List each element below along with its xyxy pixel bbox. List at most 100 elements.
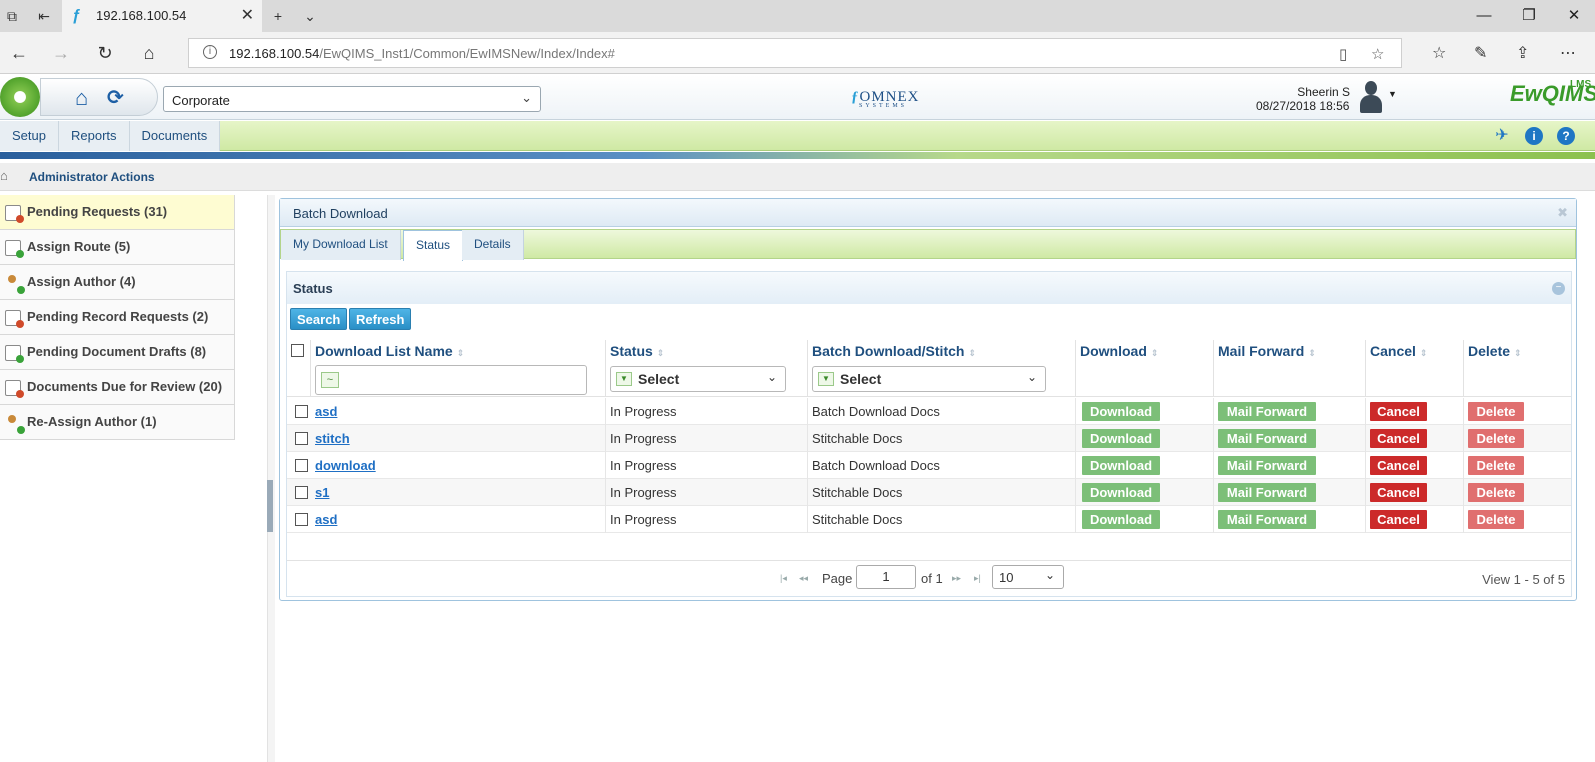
mail-forward-button[interactable]: Mail Forward xyxy=(1218,429,1316,448)
pin-icon[interactable]: ✈ xyxy=(1493,127,1511,145)
download-list-link[interactable]: asd xyxy=(315,404,337,419)
browser-tab[interactable]: ƒ 192.168.100.54 ✕ xyxy=(62,0,262,32)
batch-filter-select[interactable]: ▼ Select ⌄ xyxy=(812,366,1046,392)
mail-forward-button[interactable]: Mail Forward xyxy=(1218,510,1316,529)
mail-forward-button[interactable]: Mail Forward xyxy=(1218,402,1316,421)
window-close-icon[interactable]: ✕ xyxy=(1559,4,1589,28)
forward-icon[interactable]: → xyxy=(50,42,72,64)
favorites-hub-icon[interactable]: ☆ xyxy=(1432,43,1446,63)
minimize-icon[interactable]: — xyxy=(1469,4,1499,28)
delete-button[interactable]: Delete xyxy=(1468,429,1524,448)
collapse-icon[interactable]: − xyxy=(1552,282,1565,295)
more-icon[interactable]: ⋯ xyxy=(1560,43,1576,63)
download-button[interactable]: Download xyxy=(1082,402,1160,421)
delete-button[interactable]: Delete xyxy=(1468,510,1524,529)
cancel-button[interactable]: Cancel xyxy=(1370,510,1427,529)
download-button[interactable]: Download xyxy=(1082,456,1160,475)
sidebar-item-assign-author[interactable]: Assign Author (4) xyxy=(0,265,235,300)
tab-my-download-list[interactable]: My Download List xyxy=(281,230,401,260)
row-checkbox[interactable] xyxy=(295,432,308,445)
download-list-link[interactable]: asd xyxy=(315,512,337,527)
row-checkbox[interactable] xyxy=(295,513,308,526)
next-page-icon[interactable]: ▸▸ xyxy=(952,573,961,584)
panel-title-bar: Batch Download ✖ xyxy=(280,199,1576,227)
row-checkbox[interactable] xyxy=(295,486,308,499)
breadcrumb-home-icon[interactable]: ⌂ xyxy=(0,168,8,183)
last-page-icon[interactable]: ▸| xyxy=(974,573,981,584)
tab-details[interactable]: Details xyxy=(462,230,524,260)
tab-sets-icon[interactable]: ⧉ xyxy=(2,6,22,26)
col-header-status[interactable]: Status ⇕ xyxy=(606,340,808,362)
select-all-checkbox[interactable] xyxy=(291,344,304,357)
col-header-delete[interactable]: Delete ⇕ xyxy=(1464,340,1571,362)
filter-option-icon[interactable]: ~ xyxy=(321,372,339,388)
sidebar-item-documents-due-review[interactable]: Documents Due for Review (20) xyxy=(0,370,235,405)
delete-button[interactable]: Delete xyxy=(1468,483,1524,502)
share-icon[interactable]: ⇪ xyxy=(1516,43,1529,63)
col-header-name[interactable]: Download List Name ⇕ xyxy=(311,340,606,362)
tab-aside-icon[interactable]: ⇤ xyxy=(34,6,54,26)
row-checkbox[interactable] xyxy=(295,405,308,418)
app-refresh-icon[interactable]: ⟳ xyxy=(107,87,124,109)
tab-status[interactable]: Status xyxy=(403,230,464,261)
reading-view-icon[interactable]: ▯ xyxy=(1339,45,1347,63)
favorite-star-icon[interactable]: ☆ xyxy=(1371,45,1384,63)
page-number-input[interactable]: 1 xyxy=(856,565,916,589)
panel-close-icon[interactable]: ✖ xyxy=(1557,205,1568,221)
back-icon[interactable]: ← xyxy=(8,42,30,64)
help-icon[interactable]: ? xyxy=(1557,127,1575,145)
sidebar-item-assign-route[interactable]: Assign Route (5) xyxy=(0,230,235,265)
name-filter-input[interactable]: ~ xyxy=(315,365,587,395)
col-header-cancel[interactable]: Cancel ⇕ xyxy=(1366,340,1464,362)
home-refresh-group: ⌂ ⟳ xyxy=(40,78,158,116)
prev-page-icon[interactable]: ◂◂ xyxy=(799,573,808,584)
menu-documents[interactable]: Documents xyxy=(130,121,221,151)
download-button[interactable]: Download xyxy=(1082,429,1160,448)
site-select[interactable]: Corporate ⌄ xyxy=(163,86,541,112)
menu-reports[interactable]: Reports xyxy=(59,121,130,151)
mail-forward-button[interactable]: Mail Forward xyxy=(1218,483,1316,502)
sidebar-item-pending-requests[interactable]: Pending Requests (31) xyxy=(0,195,235,230)
home-browser-icon[interactable]: ⌂ xyxy=(138,42,160,64)
site-info-icon[interactable]: i xyxy=(203,45,217,59)
cancel-button[interactable]: Cancel xyxy=(1370,402,1427,421)
row-checkbox[interactable] xyxy=(295,459,308,472)
download-list-link[interactable]: s1 xyxy=(315,485,329,500)
mail-forward-button[interactable]: Mail Forward xyxy=(1218,456,1316,475)
sort-icon: ⇕ xyxy=(656,348,665,358)
pen-icon[interactable]: ✎ xyxy=(1474,43,1487,63)
status-filter-select[interactable]: ▼ Select ⌄ xyxy=(610,366,786,392)
download-list-link[interactable]: download xyxy=(315,458,376,473)
col-header-download[interactable]: Download ⇕ xyxy=(1076,340,1214,362)
col-header-mail-forward[interactable]: Mail Forward ⇕ xyxy=(1214,340,1366,362)
restore-icon[interactable]: ❐ xyxy=(1514,4,1544,28)
search-button[interactable]: Search xyxy=(290,308,348,330)
sidebar-item-pending-record-requests[interactable]: Pending Record Requests (2) xyxy=(0,300,235,335)
reload-icon[interactable]: ↻ xyxy=(94,42,116,64)
tab-close-icon[interactable]: ✕ xyxy=(241,5,254,25)
page-size-select[interactable]: 10 ⌄ xyxy=(992,565,1064,589)
url-input[interactable]: i 192.168.100.54/EwQIMS_Inst1/Common/EwI… xyxy=(188,38,1402,68)
cancel-button[interactable]: Cancel xyxy=(1370,429,1427,448)
delete-button[interactable]: Delete xyxy=(1468,402,1524,421)
cancel-button[interactable]: Cancel xyxy=(1370,456,1427,475)
app-home-icon[interactable]: ⌂ xyxy=(75,87,88,109)
refresh-button[interactable]: Refresh xyxy=(349,308,412,330)
row-type: Batch Download Docs xyxy=(808,398,1076,425)
new-tab-icon[interactable]: + xyxy=(268,6,288,26)
download-button[interactable]: Download xyxy=(1082,483,1160,502)
sidebar-item-reassign-author[interactable]: Re-Assign Author (1) xyxy=(0,405,235,440)
delete-button[interactable]: Delete xyxy=(1468,456,1524,475)
first-page-icon[interactable]: |◂ xyxy=(780,573,787,584)
menu-setup[interactable]: Setup xyxy=(0,121,59,151)
tab-list-chevron-icon[interactable]: ⌄ xyxy=(300,6,320,26)
avatar-icon[interactable] xyxy=(1358,81,1384,113)
cancel-button[interactable]: Cancel xyxy=(1370,483,1427,502)
col-header-batch[interactable]: Batch Download/Stitch ⇕ xyxy=(808,340,1076,362)
sidebar-item-pending-document-drafts[interactable]: Pending Document Drafts (8) xyxy=(0,335,235,370)
user-menu-chevron-icon[interactable]: ▼ xyxy=(1388,89,1397,99)
download-list-link[interactable]: stitch xyxy=(315,431,350,446)
download-button[interactable]: Download xyxy=(1082,510,1160,529)
info-icon[interactable]: i xyxy=(1525,127,1543,145)
splitter-handle[interactable] xyxy=(267,480,273,532)
